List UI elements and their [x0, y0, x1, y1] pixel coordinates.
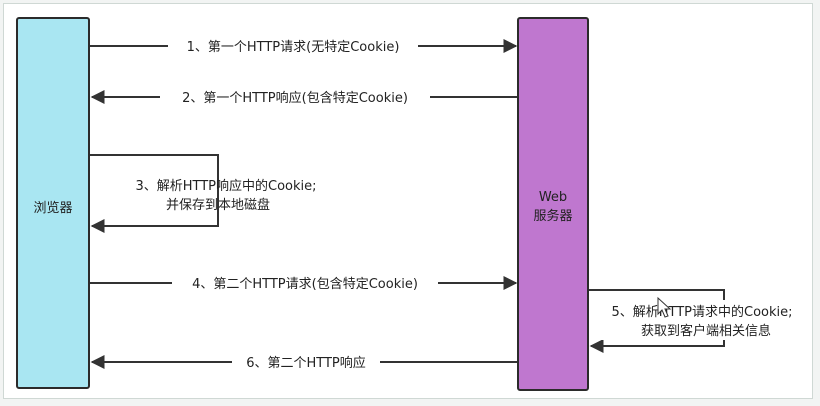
step-5-label-line2: 获取到客户端相关信息: [641, 323, 771, 339]
browser-label: 浏览器: [33, 200, 72, 216]
server-label-web: Web: [539, 190, 567, 205]
server-label-name: 服务器: [533, 208, 572, 224]
step-5-label-line1: 5、解析HTTP请求中的Cookie;: [611, 304, 792, 320]
cookie-flow-diagram: 浏览器 Web 服务器 1、第一个HTTP请求(无特定Cookie) 2、第一个…: [16, 17, 806, 391]
step-2-label: 2、第一个HTTP响应(包含特定Cookie): [182, 90, 408, 106]
step-4-label: 4、第二个HTTP请求(包含特定Cookie): [192, 276, 418, 292]
step-1-label: 1、第一个HTTP请求(无特定Cookie): [187, 40, 400, 55]
step-6-label: 6、第二个HTTP响应: [246, 355, 366, 371]
step-3-label-line2: 并保存到本地磁盘: [166, 197, 270, 213]
step-3-label-line1: 3、解析HTTP响应中的Cookie;: [135, 178, 316, 194]
